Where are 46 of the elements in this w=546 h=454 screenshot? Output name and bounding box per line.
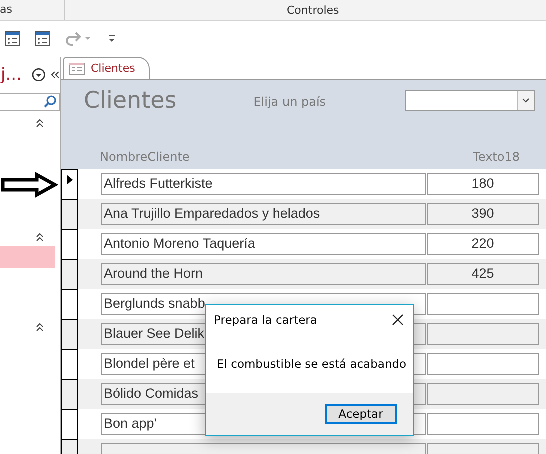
name-field[interactable]: Alfreds Futterkiste — [101, 173, 426, 195]
record-selector[interactable] — [61, 409, 78, 439]
collapse-icon[interactable] — [35, 232, 45, 242]
form-icon — [69, 62, 85, 74]
record-selector[interactable] — [61, 259, 78, 289]
search-field[interactable] — [0, 93, 60, 111]
ribbon-group-label: Controles — [287, 4, 340, 16]
search-icon[interactable] — [43, 95, 57, 109]
value-field[interactable] — [427, 323, 539, 345]
value-field[interactable]: 425 — [427, 263, 539, 285]
name-field[interactable]: Ana Trujillo Emparedados y helados — [101, 203, 426, 225]
value-field[interactable] — [427, 293, 539, 315]
name-field[interactable]: Around the Horn — [101, 263, 426, 285]
collapse-icon[interactable] — [35, 322, 45, 332]
value-field[interactable]: 220 — [427, 233, 539, 255]
value-field[interactable]: 180 — [427, 173, 539, 195]
value-field[interactable] — [427, 353, 539, 375]
close-icon[interactable] — [392, 314, 404, 326]
customize-icon[interactable] — [107, 33, 117, 45]
dialog-message: El combustible se está acabando — [216, 356, 408, 373]
record-selector[interactable] — [61, 349, 78, 379]
name-field[interactable]: Antonio Moreno Taquería — [101, 233, 426, 255]
value-field[interactable] — [427, 383, 539, 405]
record-selector[interactable] — [61, 199, 78, 229]
dialog-title: Prepara la cartera — [214, 313, 318, 327]
accept-button[interactable]: Aceptar — [325, 404, 397, 424]
form-view-icon[interactable] — [35, 31, 51, 47]
dropdown-icon[interactable] — [32, 68, 46, 82]
nav-pane-title[interactable]: j... — [1, 65, 28, 85]
record-selector[interactable] — [61, 319, 78, 349]
value-field[interactable]: 390 — [427, 203, 539, 225]
column-header: NombreCliente — [100, 150, 190, 164]
record-selector[interactable] — [61, 169, 78, 199]
record-selector[interactable] — [61, 229, 78, 259]
record-selector[interactable] — [61, 379, 78, 409]
ribbon-group-label: as — [0, 0, 65, 20]
column-header: Texto18 — [473, 150, 520, 164]
filter-label: Elija un país — [254, 95, 326, 109]
value-field[interactable] — [427, 413, 539, 435]
form-view-icon[interactable] — [5, 31, 21, 47]
record-selector[interactable] — [61, 289, 78, 319]
document-tab[interactable]: Clientes — [63, 57, 150, 79]
chevron-down-icon[interactable] — [521, 96, 531, 104]
collapse-icon[interactable] — [35, 118, 45, 128]
collapse-icon[interactable] — [50, 70, 60, 80]
form-title: Clientes — [84, 88, 177, 114]
